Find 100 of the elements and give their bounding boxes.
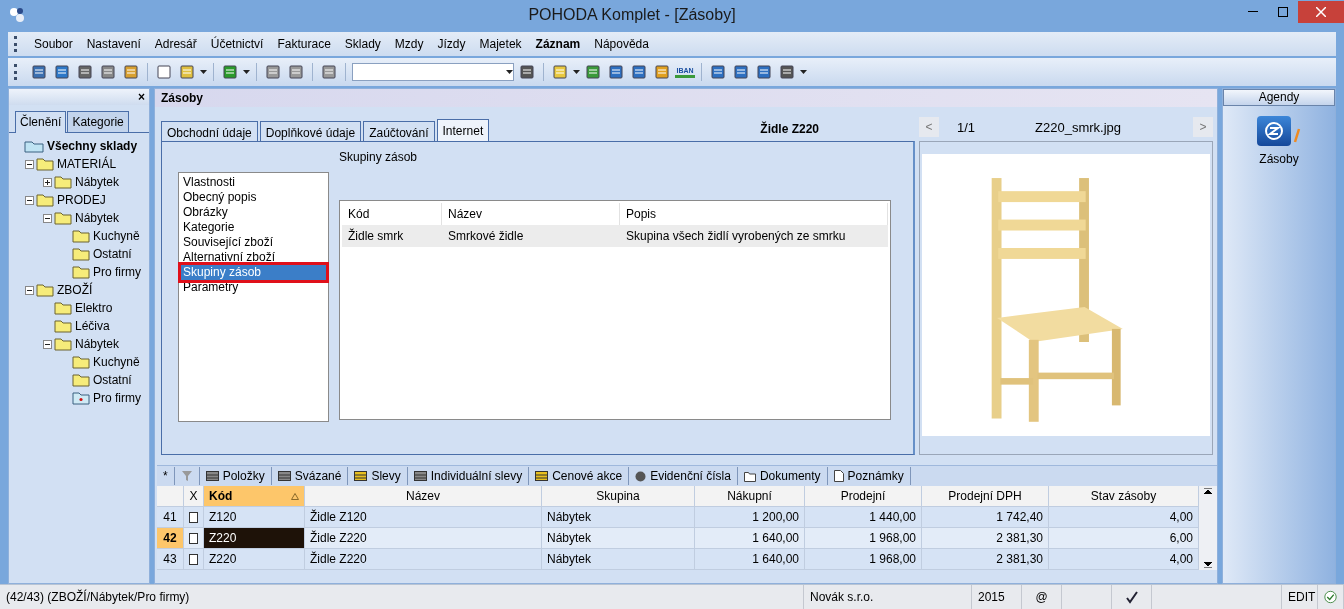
tab[interactable]: Obchodní údaje (161, 121, 258, 141)
tab[interactable]: Cenové akce (529, 467, 630, 485)
tab[interactable]: Položky (199, 467, 272, 485)
tree-item[interactable]: Kuchyně (92, 229, 141, 243)
column-header[interactable]: Skupina (542, 486, 695, 506)
tree-item[interactable]: PRODEJ (56, 193, 107, 207)
list-item[interactable]: Související zboží (181, 235, 326, 250)
tab[interactable]: Poznámky (827, 467, 911, 485)
tab[interactable]: Doplňkové údaje (259, 121, 362, 141)
list-item[interactable]: Obecný popis (181, 190, 326, 205)
table-icon (354, 471, 368, 481)
collapse-icon[interactable] (43, 213, 52, 223)
caret-icon[interactable] (573, 70, 580, 74)
checkbox[interactable] (189, 511, 198, 523)
column-header[interactable]: Nákupní (695, 486, 805, 506)
checkbox[interactable] (189, 532, 198, 544)
agenda-label[interactable]: Zásoby (1259, 152, 1299, 166)
expand-icon[interactable] (43, 177, 52, 187)
agenda-icon[interactable] (1257, 116, 1291, 146)
tree-item[interactable]: Ostatní (92, 247, 133, 261)
table-cell: Židle Z220 (305, 528, 542, 548)
tab[interactable]: Individuální slevy (407, 467, 530, 485)
tree-item[interactable]: Ostatní (92, 373, 133, 387)
tab[interactable]: Evidenční čísla (629, 467, 738, 485)
tree-item[interactable]: Všechny sklady (46, 139, 139, 153)
menu-item[interactable]: Nastavení (80, 35, 147, 53)
menu-item[interactable]: Majetek (473, 35, 528, 53)
menu-item[interactable]: Sklady (338, 35, 387, 53)
menu-item[interactable]: Účetnictví (204, 35, 270, 53)
menu-item[interactable]: Soubor (28, 35, 79, 53)
menu-item[interactable]: Záznam (529, 35, 587, 53)
list-item[interactable]: Parametry (181, 280, 326, 295)
list-item[interactable]: Obrázky (181, 205, 326, 220)
collapse-icon[interactable] (25, 159, 34, 169)
tree-item[interactable]: Nábytek (74, 211, 121, 225)
maximize-icon (1278, 7, 1288, 17)
column-header[interactable]: Prodejní DPH (922, 486, 1049, 506)
table-cell: 1 640,00 (695, 528, 805, 548)
tab[interactable]: Členění (15, 111, 67, 133)
table-cell: Z120 (204, 507, 305, 527)
panel-title: Agendy (1223, 89, 1335, 106)
row-number: 41 (157, 507, 184, 527)
tab[interactable]: Slevy (348, 467, 408, 485)
list-item[interactable]: Skupiny zásob (181, 265, 326, 280)
column-header[interactable]: Kód (204, 486, 305, 506)
tree-item[interactable]: Léčiva (74, 319, 111, 333)
table-cell: Nábytek (542, 549, 695, 569)
table-cell: 1 440,00 (805, 507, 922, 527)
tree-item[interactable]: ZBOŽÍ (56, 283, 94, 297)
menu-item[interactable]: Jízdy (431, 35, 472, 53)
caret-icon[interactable] (200, 70, 207, 74)
status-record: (42/43) (ZBOŽÍ/Nábytek/Pro firmy) (0, 585, 804, 609)
image-counter: 1/1 (957, 119, 976, 135)
close-panel-button[interactable]: × (138, 90, 145, 104)
tree-item[interactable]: Pro firmy (92, 265, 142, 279)
list-item[interactable]: Vlastnosti (181, 175, 326, 190)
tree-item[interactable]: MATERIÁL (56, 157, 118, 171)
tab[interactable]: Zaúčtování (363, 121, 435, 141)
table-cell: Židle Z220 (305, 549, 542, 569)
tab[interactable]: Svázané (271, 467, 349, 485)
check-circle-icon (1324, 589, 1337, 605)
tree-item[interactable]: Kuchyně (92, 355, 141, 369)
tree-item[interactable]: Elektro (74, 301, 114, 315)
app-icon (8, 6, 26, 24)
collapse-icon[interactable] (25, 195, 34, 205)
menu-item[interactable]: Mzdy (388, 35, 430, 53)
check-icon (1124, 590, 1139, 604)
tab[interactable]: Internet (436, 119, 490, 142)
tree-item[interactable]: Nábytek (74, 175, 121, 189)
tab[interactable]: Dokumenty (737, 467, 828, 485)
tab[interactable]: Kategorie (67, 111, 129, 132)
scroll-bottom-icon (1204, 562, 1212, 568)
table-cell: 1 640,00 (695, 549, 805, 569)
menu-item[interactable]: Fakturace (271, 35, 337, 53)
table-cell-text: Židle smrk (347, 227, 405, 245)
caret-icon[interactable] (243, 70, 250, 74)
scrollbar[interactable] (1199, 486, 1217, 570)
next-button[interactable]: > (1193, 117, 1213, 137)
menu-item[interactable]: Nápověda (588, 35, 655, 53)
sort-icon (291, 493, 299, 500)
menu-item[interactable]: Adresář (148, 35, 203, 53)
tree-item[interactable]: Pro firmy (92, 391, 142, 405)
list-item[interactable]: Kategorie (181, 220, 326, 235)
previous-button[interactable]: < (919, 117, 939, 137)
new-record-tab[interactable]: * (157, 467, 175, 485)
collapse-icon[interactable] (25, 285, 34, 295)
table-cell-text: Skupina všech židlí vyrobených ze smrku (625, 228, 847, 245)
status-year: 2015 (972, 585, 1022, 609)
close-icon (1316, 7, 1326, 17)
column-header[interactable]: Prodejní (805, 486, 922, 506)
checkbox[interactable] (189, 553, 198, 565)
list-item[interactable]: Alternativní zboží (181, 250, 326, 265)
caret-icon[interactable] (800, 70, 807, 74)
table-cell: 1 742,40 (922, 507, 1049, 527)
table-icon (205, 471, 219, 481)
record-title: Židle Z220 (760, 122, 819, 136)
tree-item[interactable]: Nábytek (74, 337, 121, 351)
collapse-icon[interactable] (43, 339, 52, 349)
caret-icon[interactable] (506, 70, 513, 74)
column-header[interactable]: Název (305, 486, 542, 506)
